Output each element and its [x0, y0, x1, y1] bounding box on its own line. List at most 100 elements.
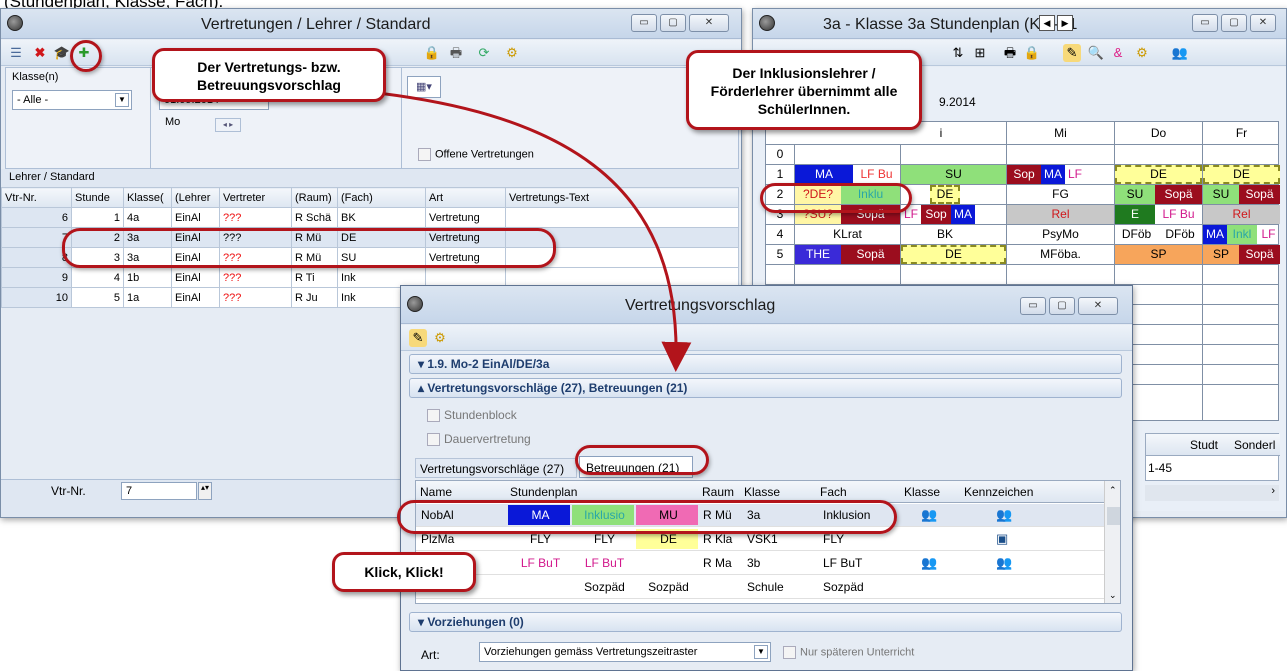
lesson-cell[interactable]: Rel	[1203, 205, 1280, 224]
lesson-cell[interactable]: MA	[795, 165, 853, 184]
lesson-cell[interactable]: LF	[1257, 225, 1280, 244]
tab-proposals[interactable]: Vertretungsvorschläge (27)	[415, 458, 577, 478]
minimize-button[interactable]: ▭	[1192, 14, 1218, 32]
link-icon[interactable]: &	[1109, 44, 1127, 62]
section-pullforward[interactable]: ▾ Vorziehungen (0)	[409, 612, 1122, 632]
edit-icon[interactable]: ✎	[1063, 44, 1081, 62]
stundenblock-checkbox[interactable]: Stundenblock	[427, 408, 517, 423]
lesson-cell[interactable]: KLrat	[795, 225, 900, 244]
lesson-cell[interactable]: MA	[1203, 225, 1227, 244]
print-icon[interactable]: 🖶	[1001, 44, 1019, 62]
close-button[interactable]: ✕	[1250, 14, 1276, 32]
column-header[interactable]: Vertretungs-Text	[505, 187, 739, 208]
lesson-cell[interactable]: LF Bu	[1155, 205, 1202, 224]
lesson-cell[interactable]: BK	[930, 225, 960, 244]
column-header[interactable]: Raum	[702, 485, 734, 499]
lesson-cell[interactable]: DE	[1203, 165, 1280, 184]
column-header[interactable]: (Raum)	[291, 187, 338, 208]
maximize-button[interactable]: ▢	[1221, 14, 1247, 32]
lesson-cell[interactable]: SP	[1203, 245, 1239, 264]
print-icon[interactable]: 🖶	[447, 44, 465, 62]
lesson-cell[interactable]: DE	[930, 185, 960, 204]
lesson-cell[interactable]: E	[1115, 205, 1155, 224]
settings-icon[interactable]: ⚙	[503, 44, 521, 62]
lesson-cell[interactable]: Sopä	[1155, 185, 1202, 204]
close-button[interactable]: ✕	[1078, 297, 1118, 315]
lock-icon[interactable]: 🔒	[1023, 44, 1041, 62]
section-proposals[interactable]: ▴ Vertretungsvorschläge (27), Betreuunge…	[409, 378, 1122, 398]
lesson-cell[interactable]: SP	[1115, 245, 1202, 264]
table-row[interactable]: HerWeSozpädSozpädSchuleSozpäd	[416, 576, 1104, 599]
refresh-icon[interactable]: ⟳	[475, 44, 493, 62]
lesson-cell[interactable]: Sopä	[1239, 185, 1280, 204]
column-header[interactable]: (Fach)	[337, 187, 426, 208]
number-spinner[interactable]: ▴▾	[198, 482, 212, 500]
lesson-cell[interactable]: DE	[1115, 165, 1202, 184]
later-lessons-checkbox[interactable]: Nur späteren Unterricht	[783, 646, 914, 659]
lesson-cell[interactable]: LF	[1065, 165, 1085, 184]
maximize-button[interactable]: ▢	[1049, 297, 1075, 315]
column-header[interactable]: Vertreter	[219, 187, 292, 208]
column-header[interactable]: (Lehrer	[171, 187, 220, 208]
people-icon[interactable]: 👥	[1171, 44, 1189, 62]
settings-icon[interactable]: ⚙	[1133, 44, 1151, 62]
delete-icon[interactable]: ✖	[31, 44, 49, 62]
lesson-cell[interactable]: Sop	[1007, 165, 1041, 184]
dauervertretung-checkbox[interactable]: Dauervertretung	[427, 432, 531, 447]
column-header[interactable]: Name	[420, 485, 452, 499]
table-row[interactable]: 6 1 4a EinAl??? R Schä BK Vertretung	[1, 207, 739, 228]
column-header[interactable]: Klasse	[744, 485, 780, 499]
lesson-cell[interactable]: PsyMo	[1007, 225, 1114, 244]
column-header: Studt	[1190, 438, 1219, 452]
column-header[interactable]: Klasse(	[123, 187, 172, 208]
lesson-cell[interactable]: Rel	[1007, 205, 1114, 224]
substitution-proposal-icon[interactable]: 🎓	[53, 44, 71, 62]
column-header[interactable]: Klasse	[904, 485, 940, 499]
maximize-button[interactable]: ▢	[660, 14, 686, 32]
lesson-cell[interactable]: THE	[795, 245, 841, 264]
lesson-cell[interactable]: SU	[1203, 185, 1239, 204]
column-header[interactable]: Kennzeichen	[964, 485, 1033, 499]
lesson-cell[interactable]: SU	[1115, 185, 1155, 204]
lesson-cell[interactable]: DE	[901, 245, 1006, 264]
prev-class-button[interactable]: ◀	[1039, 15, 1055, 31]
vertical-scrollbar[interactable]: ⌃ ⌄	[1104, 481, 1120, 603]
lesson-cell[interactable]: Sop	[921, 205, 951, 224]
lesson-cell[interactable]: FG	[1007, 185, 1114, 204]
search-icon[interactable]: 🔍	[1087, 44, 1105, 62]
minimize-button[interactable]: ▭	[631, 14, 657, 32]
lesson-cell[interactable]: MA	[1041, 165, 1065, 184]
close-button[interactable]: ✕	[689, 14, 729, 32]
list-icon[interactable]: ☰	[7, 44, 25, 62]
lesson-cell[interactable]: DFöb	[1158, 225, 1202, 244]
lesson-cell[interactable]: Sopä	[841, 245, 900, 264]
edit-icon[interactable]: ✎	[409, 329, 427, 347]
calendar-icon[interactable]: ▦▾	[407, 76, 441, 98]
day-stepper[interactable]: ◂ ▸	[215, 118, 241, 132]
lesson-cell[interactable]: Sopä	[1239, 245, 1280, 264]
lesson-cell[interactable]: SU	[901, 165, 1006, 184]
class-filter-select[interactable]: - Alle - ▼	[12, 90, 132, 110]
lesson-cell[interactable]: Inkl	[1227, 225, 1257, 244]
lock-icon[interactable]: 🔒	[423, 44, 441, 62]
lesson-cell[interactable]: DFöb	[1115, 225, 1158, 244]
table-row[interactable]: LF BuT LF BuT R Ma 3b LF BuT 👥 👥	[416, 552, 1104, 575]
lesson-cell[interactable]: MFöba.	[1007, 245, 1114, 264]
art-select[interactable]: Vorziehungen gemäss Vertretungszeitraste…	[479, 642, 771, 662]
open-substitutions-option[interactable]: Offene Vertretungen	[418, 148, 534, 161]
column-header[interactable]: Vtr-Nr.	[1, 187, 72, 208]
sort-icon[interactable]: ⇅	[949, 44, 967, 62]
next-class-button[interactable]: ▶	[1057, 15, 1073, 31]
lesson-cell[interactable]: LF Bu	[853, 165, 900, 184]
section-lesson[interactable]: ▾ 1.9. Mo-2 EinAl/DE/3a	[409, 354, 1122, 374]
horizontal-scrollbar[interactable]: ›	[1145, 485, 1279, 501]
column-header[interactable]: Stunde	[71, 187, 124, 208]
column-header[interactable]: Fach	[820, 485, 847, 499]
minimize-button[interactable]: ▭	[1020, 297, 1046, 315]
column-header[interactable]: Stundenplan	[510, 485, 577, 499]
column-header[interactable]: Art	[425, 187, 506, 208]
substitution-number-input[interactable]: 7	[121, 482, 197, 500]
settings-icon[interactable]: ⚙	[431, 329, 449, 347]
lesson-cell[interactable]: MA	[951, 205, 975, 224]
grid-icon[interactable]: ⊞	[971, 44, 989, 62]
